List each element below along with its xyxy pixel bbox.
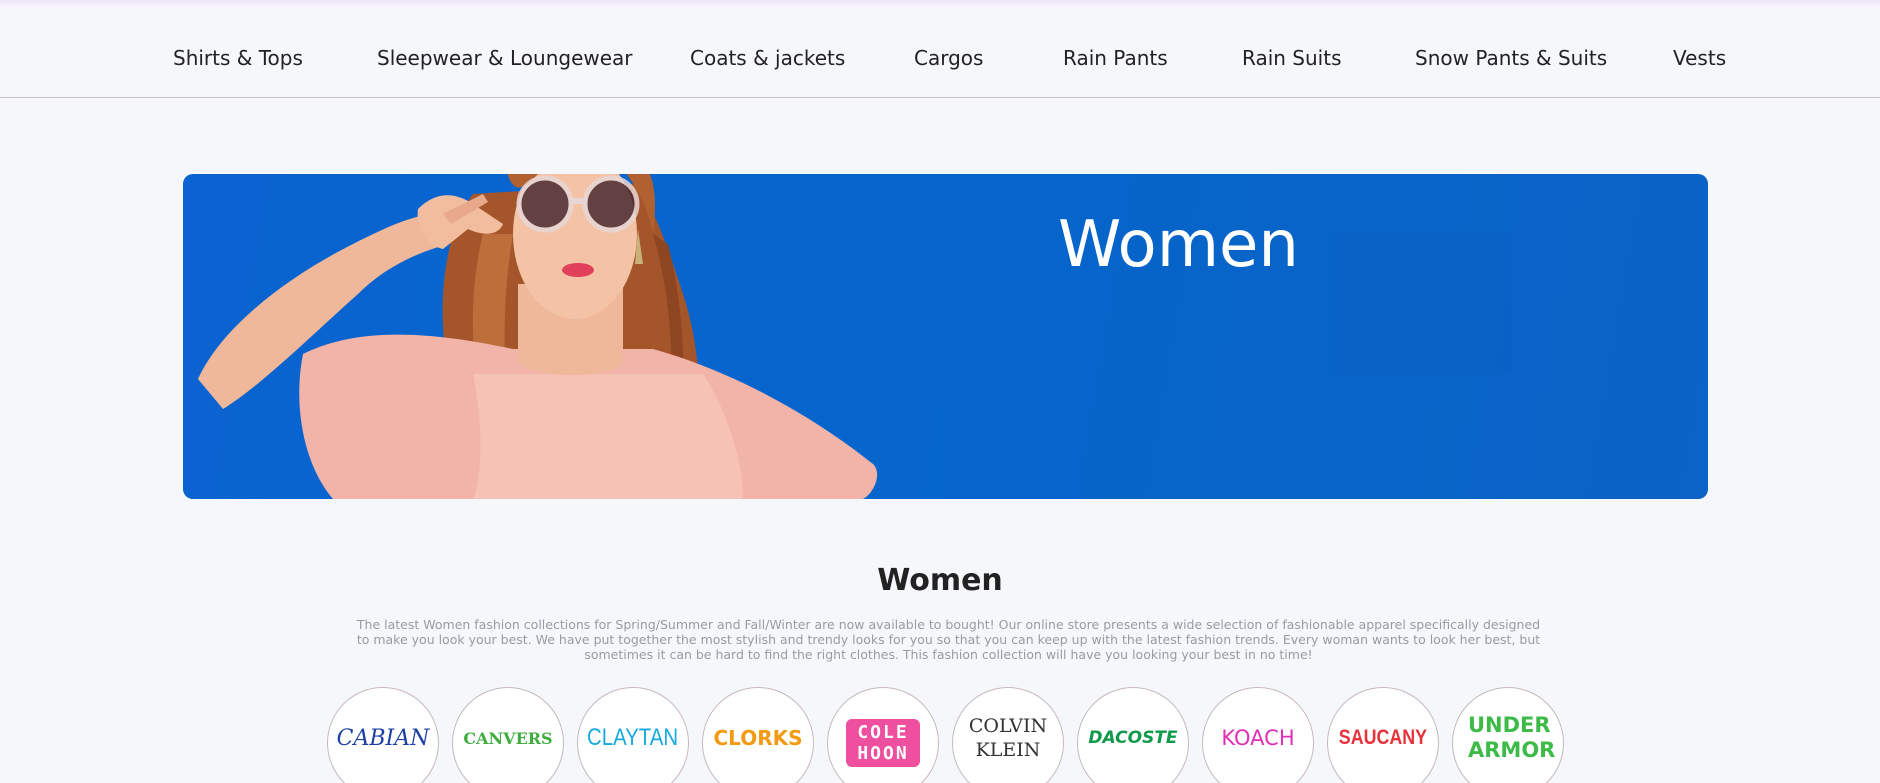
hero-banner: Women xyxy=(183,174,1708,499)
brand-saucany[interactable]: SAUCANY xyxy=(1327,687,1439,783)
brand-label: CLORKS xyxy=(713,726,803,750)
section-description: The latest Women fashion collections for… xyxy=(356,617,1541,662)
brand-canvers[interactable]: CANVERS xyxy=(452,687,564,783)
brand-cabian[interactable]: CABIAN xyxy=(327,687,439,783)
brand-label: DACOSTE xyxy=(1088,728,1178,748)
brand-label: SAUCANY xyxy=(1338,726,1428,749)
section-title: Women xyxy=(877,563,1003,598)
brand-label: UNDER ARMOR xyxy=(1468,713,1556,762)
category-nav: Shirts & Tops Sleepwear & Loungewear Coa… xyxy=(0,0,1880,98)
nav-item-cargos[interactable]: Cargos xyxy=(914,46,983,70)
brand-cole-hoon[interactable]: COLE HOON xyxy=(827,687,939,783)
brand-label: KOACH xyxy=(1221,726,1295,750)
brand-claytan[interactable]: CLAYTAN xyxy=(577,687,689,783)
nav-item-sleepwear-loungewear[interactable]: Sleepwear & Loungewear xyxy=(377,46,633,70)
brand-label: COLVIN KLEIN xyxy=(968,715,1048,761)
brand-dacoste[interactable]: DACOSTE xyxy=(1077,687,1189,783)
model-photo xyxy=(198,174,1708,499)
brand-label: CANVERS xyxy=(463,728,553,748)
brand-koach[interactable]: KOACH xyxy=(1202,687,1314,783)
brand-label: CABIAN xyxy=(336,725,430,751)
nav-item-rain-pants[interactable]: Rain Pants xyxy=(1063,46,1168,70)
brand-label: COLE HOON xyxy=(846,719,920,767)
banner-title: Women xyxy=(1058,208,1299,282)
nav-item-snow-pants-suits[interactable]: Snow Pants & Suits xyxy=(1415,46,1607,70)
brand-colvin-klein[interactable]: COLVIN KLEIN xyxy=(952,687,1064,783)
nav-item-shirts-tops[interactable]: Shirts & Tops xyxy=(173,46,303,70)
nav-item-vests[interactable]: Vests xyxy=(1673,46,1726,70)
brand-clorks[interactable]: CLORKS xyxy=(702,687,814,783)
brand-label: CLAYTAN xyxy=(587,724,679,751)
brand-under-armor[interactable]: UNDER ARMOR xyxy=(1452,687,1564,783)
nav-item-coats-jackets[interactable]: Coats & jackets xyxy=(690,46,845,70)
nav-item-rain-suits[interactable]: Rain Suits xyxy=(1242,46,1342,70)
